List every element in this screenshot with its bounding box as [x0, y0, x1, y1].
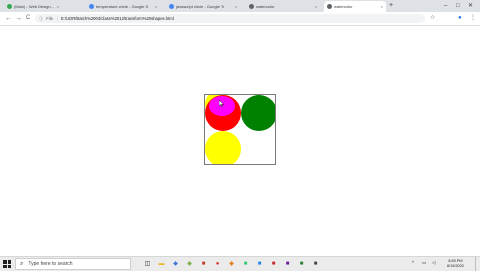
clock-date: 8/19/2020: [447, 264, 464, 268]
tab-4[interactable]: watercolor ×: [246, 1, 320, 12]
tab-5-active[interactable]: watercolor ×: [324, 1, 386, 12]
tab-favicon-icon: [7, 4, 12, 9]
tab-title: temperature circle - Google S: [96, 4, 149, 9]
bookmark-star-icon[interactable]: ☆: [430, 15, 435, 22]
scheme-label: File: [46, 16, 53, 21]
volume-icon[interactable]: ◁: [432, 260, 435, 265]
taskbar-app-icon[interactable]: ◆: [185, 259, 194, 268]
taskbar-app-icon[interactable]: ■: [199, 259, 208, 268]
search-placeholder: Type here to search: [28, 261, 73, 267]
tab-close-icon[interactable]: ×: [381, 4, 383, 9]
menu-icon[interactable]: ⋮: [470, 15, 476, 22]
system-clock[interactable]: 8:59 PM 8/19/2020: [447, 259, 464, 269]
tab-favicon-icon: [327, 4, 332, 9]
tab-favicon-icon: [169, 4, 174, 9]
address-separator: |: [56, 16, 59, 21]
mouse-cursor-icon: [219, 100, 225, 107]
address-bar[interactable]: ⓘ File | E:/UDR/Batch%2004/class%2012/tr…: [35, 14, 425, 23]
taskbar: ⌕ Type here to search ◫ ▬ ◆ ◆ ■ ● ◆ ■ ■ …: [0, 256, 480, 271]
taskbar-app-icon[interactable]: ■: [311, 259, 320, 268]
taskbar-app-icon[interactable]: ■: [269, 259, 278, 268]
yellow-circle-bottom: [205, 131, 241, 164]
start-button[interactable]: [3, 260, 11, 268]
tab-title: watercolor: [334, 4, 353, 9]
tab-close-icon[interactable]: ×: [315, 4, 317, 9]
search-icon: ⌕: [20, 260, 24, 267]
reload-button[interactable]: C: [26, 14, 30, 23]
back-button[interactable]: ←: [5, 14, 12, 23]
forward-button[interactable]: →: [15, 14, 22, 23]
tab-close-icon[interactable]: ×: [235, 4, 237, 9]
taskbar-app-icon[interactable]: ■: [297, 259, 306, 268]
maximize-button[interactable]: □: [456, 2, 460, 10]
tray-chevron-icon[interactable]: ^: [412, 260, 414, 265]
tab-favicon-icon: [89, 4, 94, 9]
tab-close-icon[interactable]: ×: [57, 4, 59, 9]
new-tab-button[interactable]: +: [389, 2, 393, 10]
taskbar-app-icon[interactable]: ■: [241, 259, 250, 268]
chrome-icon[interactable]: ●: [213, 259, 222, 268]
taskbar-app-icon[interactable]: ◆: [171, 259, 180, 268]
tab-strip: (Main) - Web Design and D × temperature …: [0, 0, 480, 12]
green-circle: [241, 95, 275, 131]
tab-title: watercolor: [256, 4, 275, 9]
task-view-icon[interactable]: ◫: [143, 259, 152, 268]
minimize-button[interactable]: –: [444, 2, 447, 10]
show-desktop-button[interactable]: [475, 257, 476, 271]
taskbar-app-icon[interactable]: ◆: [227, 259, 236, 268]
tab-close-icon[interactable]: ×: [155, 4, 157, 9]
taskbar-app-icon[interactable]: ■: [283, 259, 292, 268]
browser-toolbar: ← → C ⓘ File | E:/UDR/Batch%2004/class%2…: [0, 12, 480, 26]
shapes-canvas: [204, 94, 276, 165]
network-icon[interactable]: ▭: [422, 260, 426, 265]
tab-1[interactable]: (Main) - Web Design and D ×: [4, 1, 62, 12]
site-info-icon[interactable]: ⓘ: [39, 16, 43, 22]
tab-3[interactable]: javascript circle - Google Tr ×: [166, 1, 240, 12]
url-text: E:/UDR/Batch%2004/class%2012/transform%2…: [61, 16, 174, 21]
tab-favicon-icon: [249, 4, 254, 9]
tab-2[interactable]: temperature circle - Google S ×: [86, 1, 160, 12]
profile-icon[interactable]: ●: [458, 15, 462, 22]
file-explorer-icon[interactable]: ▬: [157, 259, 166, 268]
tab-title: javascript circle - Google Tr: [176, 4, 225, 9]
taskbar-app-icon[interactable]: ■: [255, 259, 264, 268]
tab-title: (Main) - Web Design and D: [14, 4, 55, 9]
close-window-button[interactable]: ✕: [468, 2, 473, 10]
taskbar-search-box[interactable]: ⌕ Type here to search: [15, 258, 131, 270]
